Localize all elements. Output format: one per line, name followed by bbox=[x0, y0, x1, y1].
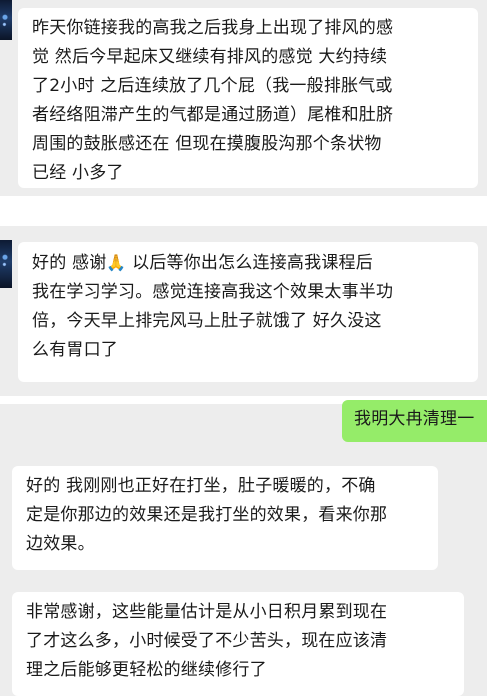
message-text-part: 好的 感谢 bbox=[32, 253, 107, 273]
message-text: 已经 小多了 bbox=[32, 163, 124, 183]
message-bubble[interactable]: 昨天你链接我的高我之后我身上出现了排风的感 觉 然后今早起床又继续有排风的感觉 … bbox=[18, 8, 478, 188]
message-text: 定是你那边的效果还是我打坐的效果，看来你那 bbox=[26, 505, 388, 525]
contact-avatar[interactable] bbox=[0, 0, 12, 40]
chat-gap bbox=[0, 196, 487, 226]
message-text: 好的 感谢🙏 以后等你出怎么连接高我课程后 bbox=[32, 248, 466, 278]
message-text: 我明大冉清理一 bbox=[354, 409, 475, 429]
pray-emoji-icon: 🙏 bbox=[106, 253, 127, 272]
message-text: 倍，今天早上排完风马上肚子就饿了 好久没这 bbox=[32, 311, 382, 331]
message-bubble[interactable]: 非常感谢，这些能量估计是从小日积月累到现在 了才这么多，小时候受了不少苦头，现在… bbox=[12, 592, 464, 696]
message-text: 了2小时 之后连续放了几个屁（我一般排胀气或 bbox=[32, 76, 393, 96]
message-text: 好的 我刚刚也正好在打坐，肚子暖暖的，不确 bbox=[26, 476, 376, 496]
message-text: 了才这么多，小时候受了不少苦头，现在应该清 bbox=[26, 631, 388, 651]
message-text: 觉 然后今早起床又继续有排风的感觉 大约持续 bbox=[32, 47, 388, 67]
contact-avatar[interactable] bbox=[0, 240, 12, 288]
message-text-part: 以后等你出怎么连接高我课程后 bbox=[126, 253, 373, 273]
message-text: 理之后能够更轻松的继续修行了 bbox=[26, 660, 267, 680]
message-text: 非常感谢，这些能量估计是从小日积月累到现在 bbox=[26, 602, 388, 622]
message-text: 边效果。 bbox=[26, 534, 95, 554]
message-text: 周围的鼓胀感还在 但现在摸腹股沟那个条状物 bbox=[32, 134, 382, 154]
message-text: 么有胃口了 bbox=[32, 340, 118, 360]
message-bubble[interactable]: 好的 我刚刚也正好在打坐，肚子暖暖的，不确 定是你那边的效果还是我打坐的效果，看… bbox=[12, 466, 438, 570]
message-bubble[interactable]: 好的 感谢🙏 以后等你出怎么连接高我课程后 我在学习学习。感觉连接高我这个效果太… bbox=[18, 242, 478, 382]
message-text: 昨天你链接我的高我之后我身上出现了排风的感 bbox=[32, 18, 394, 38]
sent-message-bubble[interactable]: 我明大冉清理一 bbox=[342, 400, 487, 442]
message-text: 我在学习学习。感觉连接高我这个效果太事半功 bbox=[32, 282, 394, 302]
message-text: 者经络阻滞产生的气都是通过肠道）尾椎和肚脐 bbox=[32, 105, 394, 125]
